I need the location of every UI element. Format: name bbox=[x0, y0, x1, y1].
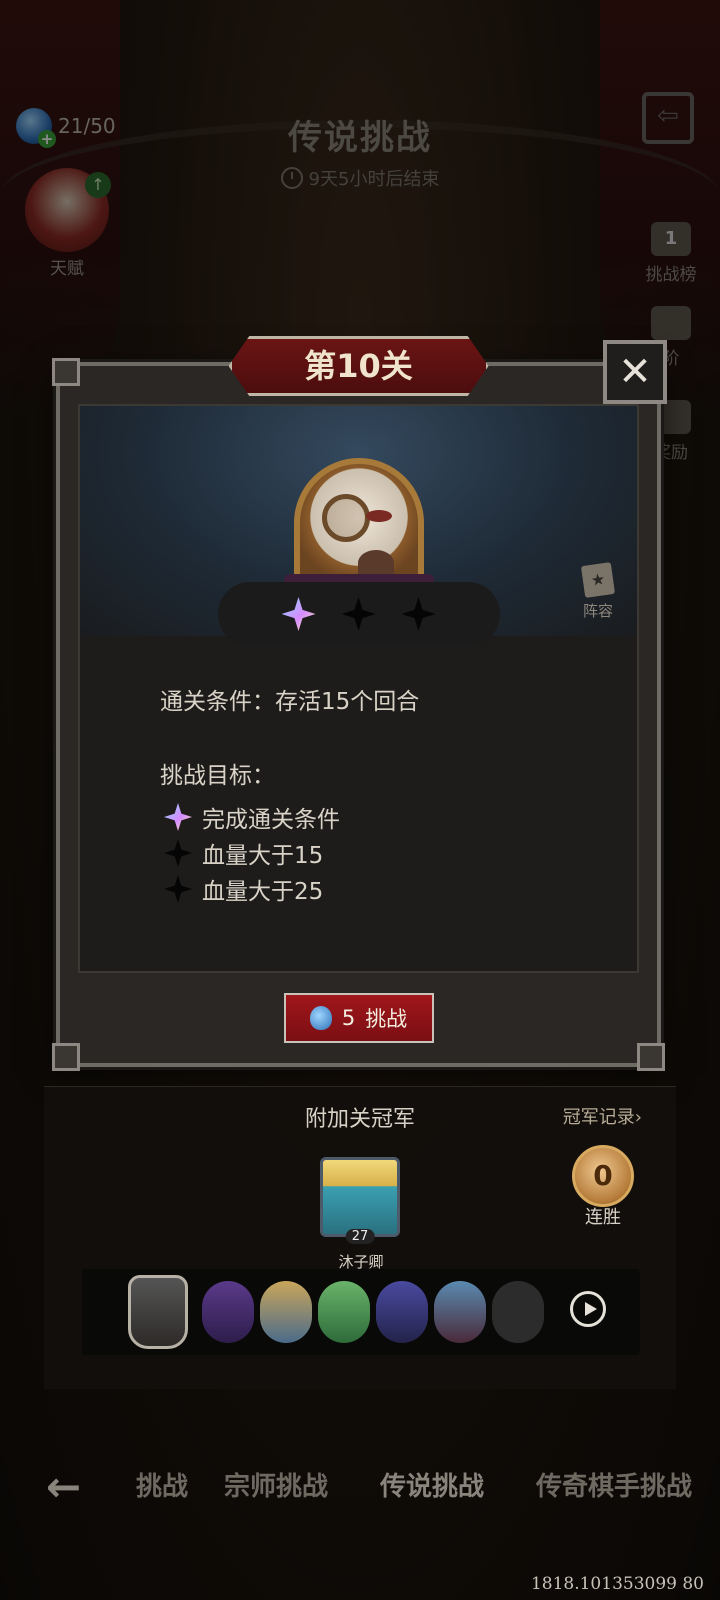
champion-lineup bbox=[82, 1269, 640, 1355]
replay-icon[interactable] bbox=[570, 1291, 606, 1327]
hero-avatar[interactable] bbox=[434, 1281, 486, 1343]
tab-legendary-player-challenge[interactable]: 传奇棋手挑战 bbox=[536, 1466, 692, 1503]
star-lit-icon bbox=[281, 597, 316, 631]
goal-item: 完成通关条件 bbox=[164, 800, 340, 834]
tab-challenge[interactable]: 挑战 bbox=[136, 1466, 188, 1503]
corner-ornament bbox=[52, 358, 80, 386]
tab-legend-challenge[interactable]: 传说挑战 bbox=[380, 1466, 484, 1503]
hero-avatar[interactable] bbox=[202, 1281, 254, 1343]
stage-info-panel: ★ 阵容 通关条件：存活15个回合 挑战目标： 完成通关条件 血量大于15 血量… bbox=[78, 404, 639, 973]
star-empty-icon bbox=[164, 875, 192, 903]
close-button[interactable]: ✕ bbox=[603, 340, 667, 404]
stage-dialog: 第10关 ✕ ★ 阵容 通关条件：存活15个回合 挑战目标： 完成通关条件 血量… bbox=[52, 336, 667, 1071]
boss-mustache bbox=[357, 550, 394, 576]
hero-avatar[interactable] bbox=[260, 1281, 312, 1343]
streak-medal-icon: 0 bbox=[572, 1145, 634, 1207]
champion-level: 27 bbox=[345, 1229, 375, 1244]
hero-avatar[interactable] bbox=[376, 1281, 428, 1343]
version-text: 1818.101353099 80 bbox=[530, 1574, 704, 1594]
bottom-nav: ← 挑战 宗师挑战 传说挑战 传奇棋手挑战 bbox=[0, 1440, 720, 1570]
empty-slot bbox=[492, 1281, 544, 1343]
star-lit-icon bbox=[164, 803, 192, 831]
star-empty-icon bbox=[401, 597, 436, 631]
challenge-cost: 5 bbox=[341, 1006, 356, 1030]
close-icon: ✕ bbox=[618, 349, 652, 395]
champion-card[interactable]: 27 沐子卿 bbox=[320, 1157, 402, 1272]
boss-portrait bbox=[293, 458, 424, 588]
lineup-label: 阵容 bbox=[582, 602, 613, 620]
star-empty-icon bbox=[341, 597, 376, 631]
corner-ornament bbox=[637, 1043, 665, 1071]
back-arrow-icon[interactable]: ← bbox=[46, 1462, 81, 1511]
champion-record-link[interactable]: 冠军记录› bbox=[563, 1103, 642, 1129]
bonus-champion-panel: 附加关冠军 冠军记录› 27 沐子卿 0 连胜 bbox=[44, 1086, 676, 1389]
star-rating bbox=[217, 582, 500, 646]
potion-icon bbox=[309, 1006, 332, 1030]
lineup-button[interactable]: ★ 阵容 bbox=[580, 562, 616, 621]
challenge-button[interactable]: 5 挑战 bbox=[283, 993, 434, 1043]
clear-condition: 通关条件：存活15个回合 bbox=[160, 689, 420, 715]
goal-item: 血量大于15 bbox=[164, 836, 323, 870]
goal-text: 血量大于25 bbox=[202, 879, 324, 905]
streak-label: 连胜 bbox=[585, 1207, 621, 1228]
corner-ornament bbox=[52, 1043, 80, 1071]
win-streak: 0 连胜 bbox=[572, 1145, 634, 1229]
goal-text: 完成通关条件 bbox=[202, 807, 340, 833]
tab-master-challenge[interactable]: 宗师挑战 bbox=[224, 1466, 328, 1503]
boss-eye bbox=[365, 510, 392, 522]
champion-avatar: 27 bbox=[320, 1157, 400, 1244]
goal-item: 血量大于25 bbox=[164, 872, 323, 906]
challenge-label: 挑战 bbox=[365, 1007, 408, 1031]
goal-text: 血量大于15 bbox=[202, 843, 324, 869]
hero-avatar[interactable] bbox=[318, 1281, 370, 1343]
star-empty-icon bbox=[164, 839, 192, 867]
stage-title: 第10关 bbox=[228, 336, 489, 396]
hero-avatar[interactable] bbox=[128, 1275, 188, 1349]
book-icon: ★ bbox=[580, 562, 616, 598]
monocle-icon bbox=[321, 494, 370, 542]
goals-title: 挑战目标： bbox=[160, 763, 275, 789]
